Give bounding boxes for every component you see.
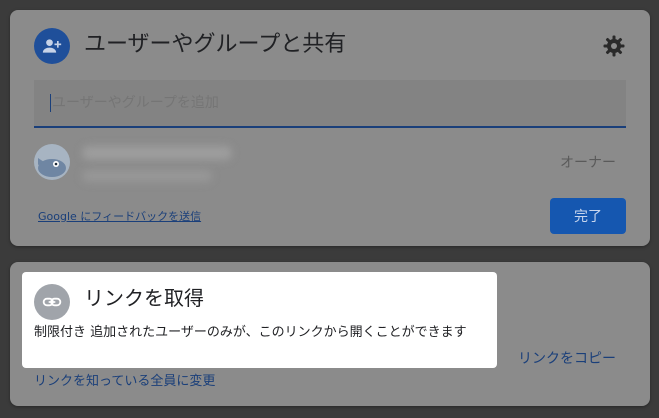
add-people-input[interactable]: [52, 80, 612, 126]
link-icon: [34, 284, 70, 320]
add-people-field[interactable]: [34, 80, 626, 128]
share-dialog: ユーザーやグループと共有 ユーザーやグループを追加 オーナー Google にフ…: [10, 10, 650, 246]
done-button[interactable]: 完了: [550, 198, 626, 234]
get-link-title: リンクを取得: [84, 286, 204, 310]
owner-email-redacted: [82, 170, 212, 182]
owner-avatar: [34, 144, 70, 180]
feedback-link[interactable]: Google にフィードバックを送信: [38, 208, 201, 224]
copy-link-button[interactable]: リンクをコピー: [518, 348, 616, 368]
owner-role-label: オーナー: [560, 155, 616, 171]
share-title: ユーザーやグループと共有: [84, 32, 347, 57]
change-access-link[interactable]: リンクを知っている全員に変更: [34, 370, 215, 389]
text-caret: [50, 94, 51, 112]
add-person-icon: [34, 28, 70, 64]
get-link-highlight: リンクを取得 制限付き 追加されたユーザーのみが、このリンクから開くことができま…: [22, 272, 497, 368]
gear-icon[interactable]: [602, 34, 626, 58]
link-access-description: 制限付き 追加されたユーザーのみが、このリンクから開くことができます: [34, 325, 467, 340]
owner-name-redacted: [82, 146, 232, 160]
